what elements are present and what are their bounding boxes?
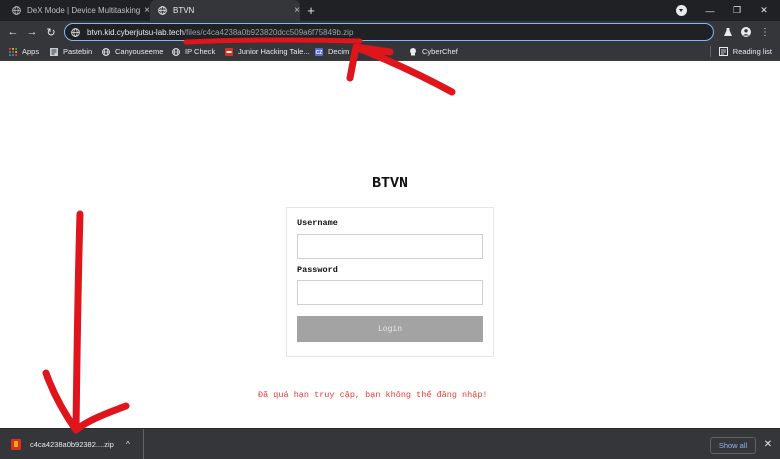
new-tab-button[interactable]: + [303,2,319,18]
bookmark-canyouseeme[interactable]: Canyouseeme [102,43,163,60]
bookmarks-bar: Apps Pastebin Canyouseeme IP Check Junio… [0,43,780,61]
site-info-icon[interactable] [71,27,80,37]
tab-search-icon[interactable] [676,5,687,16]
url-host: btvn.kid.cyberjutsu-lab.tech [87,27,184,37]
bookmark-label: Apps [22,47,40,56]
svg-text:CZ: CZ [316,50,323,56]
reload-icon[interactable]: ↻ [43,24,59,40]
show-all-button[interactable]: Show all [710,437,756,454]
globe-icon [172,47,180,56]
username-label: Username [297,218,338,228]
bookmark-favicon [225,47,233,56]
download-item[interactable]: c4ca4238a0b92382....zip ^ [0,429,144,459]
back-arrow-icon[interactable]: ← [5,24,21,40]
page-title: BTVN [371,175,408,192]
minimize-icon[interactable]: — [699,0,721,21]
password-field[interactable] [297,280,483,305]
close-download-bar-icon[interactable]: ✕ [762,438,774,450]
tab-btvn[interactable]: BTVN × [150,0,300,21]
reading-list-icon [718,47,728,56]
error-message: Đã quá hạn truy cập, bạn không thể đăng … [258,390,488,400]
tab-title: DeX Mode | Device Multitasking [27,6,141,15]
url-path: /files/c4ca4238a0b923820dcc509a6f75849b.… [183,27,354,37]
chef-hat-icon [410,47,416,55]
bookmark-pastebin[interactable]: Pastebin [50,43,92,60]
pastebin-icon [50,47,58,56]
chevron-up-icon[interactable]: ^ [126,440,130,449]
bookmark-label: Decim [328,47,350,56]
download-bar: c4ca4238a0b92382....zip ^ Show all ✕ [0,428,780,459]
tab-strip: DeX Mode | Device Multitasking × BTVN × … [0,0,780,21]
globe-icon [158,6,167,15]
bookmark-label: Canyouseeme [115,47,164,56]
url-text[interactable]: btvn.kid.cyberjutsu-lab.tech/files/c4ca4… [87,28,353,37]
bookmark-ip-check[interactable]: IP Check [172,43,215,60]
apps-grid-icon [9,47,17,56]
bookmark-junior-hacking[interactable]: Junior Hacking Tale... [225,43,310,60]
profile-avatar-icon[interactable] [738,24,754,40]
more-menu-icon[interactable]: ⋮ [757,24,773,40]
globe-icon [102,47,110,56]
login-form: Username Password Login [286,207,494,357]
bookmark-label: Junior Hacking Tale... [238,47,310,56]
bookmark-label: IP Check [185,47,216,56]
forward-arrow-icon[interactable]: → [24,24,40,40]
window-close-icon[interactable]: ✕ [753,0,775,21]
bookmark-cyberchef[interactable]: CyberChef [409,43,458,60]
tab-dex-mode[interactable]: DeX Mode | Device Multitasking × [4,0,150,21]
reading-list-button[interactable]: Reading list [709,43,772,60]
download-file-name: c4ca4238a0b92382....zip [30,440,114,449]
bookmark-label: CyberChef [422,47,458,56]
restore-icon[interactable]: ❐ [726,0,748,21]
bookmark-decim[interactable]: CZ Decim [315,43,349,60]
reading-list-label: Reading list [732,47,772,56]
page-content: BTVN Username Password Login Đã quá hạn … [0,62,780,428]
login-button[interactable]: Login [297,316,483,342]
toolbar: ← → ↻ btvn.kid.cyberjutsu-lab.tech/files… [0,21,780,43]
tab-close-icon[interactable]: × [294,5,300,16]
globe-icon [12,6,21,15]
flask-icon[interactable] [720,24,736,40]
address-bar[interactable]: btvn.kid.cyberjutsu-lab.tech/files/c4ca4… [64,23,714,41]
username-field[interactable] [297,234,483,259]
bookmark-apps[interactable]: Apps [9,43,39,60]
password-label: Password [297,265,338,275]
bookmark-label: Pastebin [63,47,93,56]
zip-file-icon [11,439,21,450]
bookmarks-separator [709,46,711,57]
cz-favicon: CZ [315,47,323,56]
tab-title: BTVN [173,6,195,15]
